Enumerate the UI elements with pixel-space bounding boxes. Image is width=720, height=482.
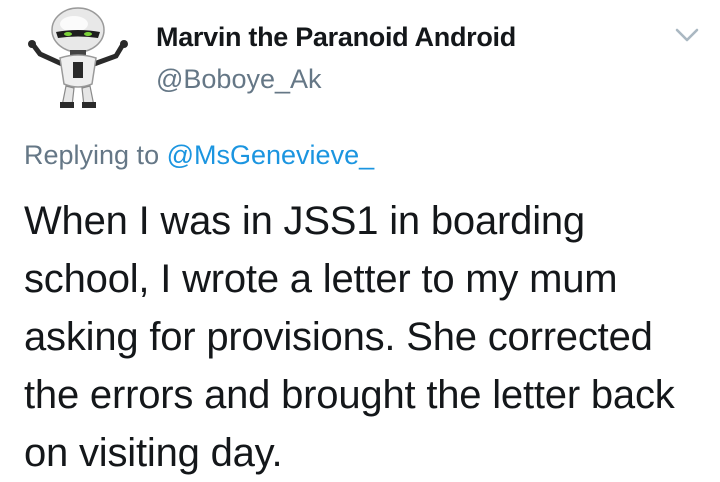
user-handle[interactable]: @Boboye_Ak: [156, 64, 322, 95]
reply-mention-link[interactable]: @MsGenevieve_: [167, 140, 375, 170]
display-name[interactable]: Marvin the Paranoid Android: [156, 22, 516, 53]
tweet-card: Marvin the Paranoid Android @Boboye_Ak R…: [0, 0, 720, 475]
replying-to: Replying to @MsGenevieve_: [24, 140, 374, 171]
robot-avatar-icon: [28, 7, 128, 108]
tweet-text: When I was in JSS1 in boarding school, I…: [24, 199, 675, 475]
tweet-menu-button[interactable]: [670, 18, 704, 52]
chevron-down-icon: [675, 28, 699, 42]
reply-prefix: Replying to: [24, 140, 160, 170]
avatar[interactable]: [18, 2, 138, 114]
